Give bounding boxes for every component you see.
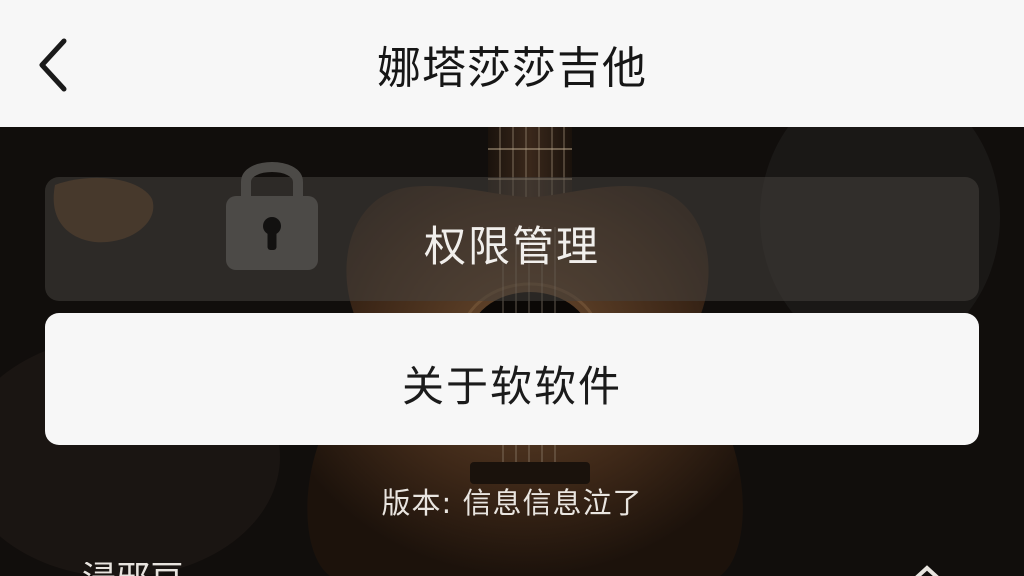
- page-title: 娜塔莎莎吉他: [377, 43, 647, 94]
- about-label: 关于软软件: [401, 362, 622, 411]
- about-card[interactable]: 关于软软件: [45, 313, 979, 445]
- version-info: 版本: 信息信息泣了: [381, 486, 643, 520]
- screen: 娜塔莎莎吉他 权限管理 关于软软件 版本: 信息信息泣了: [0, 0, 1024, 576]
- header-bar: 娜塔莎莎吉他: [0, 0, 1024, 127]
- lock-icon: [222, 148, 322, 274]
- permissions-label: 权限管理: [423, 222, 600, 271]
- permissions-card[interactable]: 权限管理: [45, 177, 979, 301]
- bottom-list-item[interactable]: 浸邪豆: [82, 562, 942, 576]
- chevron-icon: [915, 565, 939, 576]
- bottom-list-item-label: 浸邪豆: [82, 562, 184, 576]
